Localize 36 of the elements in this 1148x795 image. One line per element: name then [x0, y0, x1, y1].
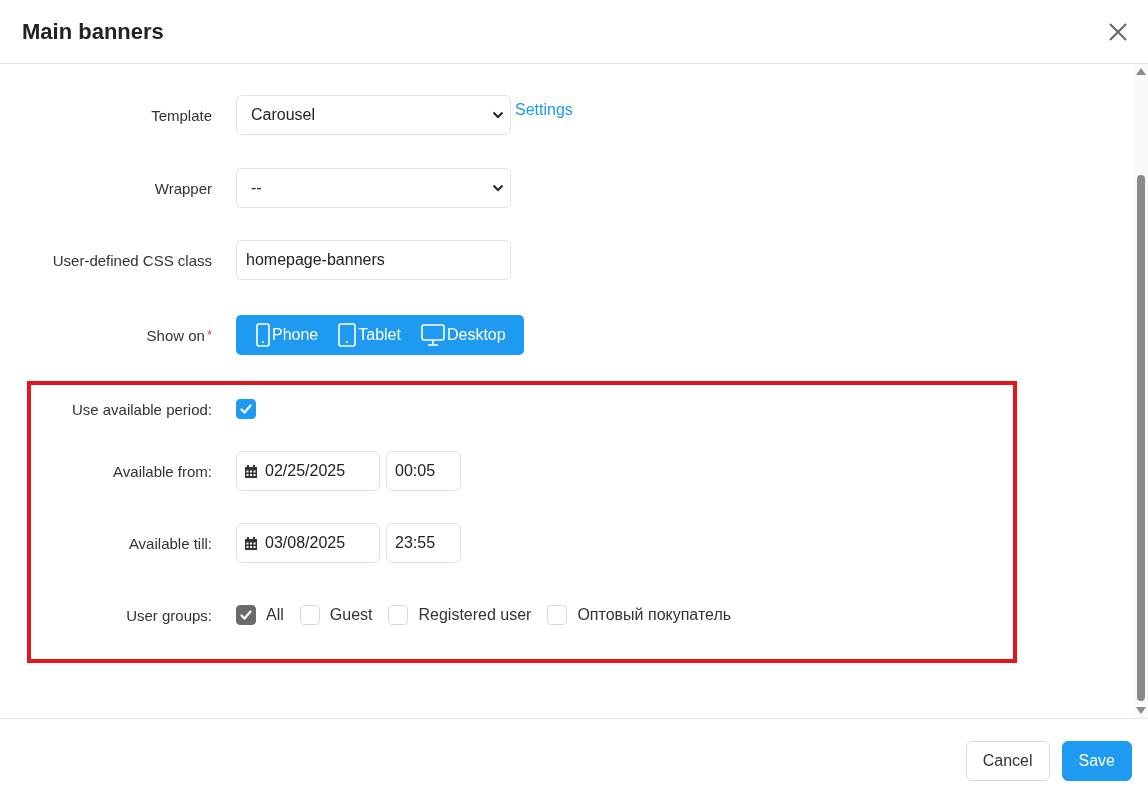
- check-icon: [239, 608, 253, 622]
- calendar-icon: [245, 536, 257, 550]
- input-field[interactable]: homepage-banners: [236, 240, 511, 280]
- field-label: Use available period:: [70, 400, 212, 418]
- checkbox[interactable]: [236, 605, 256, 625]
- phone-icon: [256, 323, 270, 347]
- field-label: Available till:: [127, 534, 212, 552]
- required-mark: *: [206, 326, 212, 342]
- scroll-down-icon[interactable]: [1136, 707, 1146, 714]
- date-field[interactable]: 02/25/2025: [236, 451, 380, 491]
- dialog-title: Main banners: [22, 18, 164, 45]
- tablet-icon: [338, 323, 357, 347]
- checkbox[interactable]: [236, 399, 256, 419]
- field-label: User-defined CSS class: [52, 251, 212, 269]
- scroll-up-icon[interactable]: [1136, 68, 1146, 75]
- check-icon: [239, 402, 253, 416]
- field-label: Wrapper: [154, 179, 212, 197]
- time-field[interactable]: 23:55: [386, 523, 461, 563]
- field-label: User groups:: [125, 606, 212, 624]
- checkbox-label: All: [266, 606, 284, 624]
- select-field[interactable]: Carousel: [236, 95, 511, 135]
- calendar-icon: [245, 464, 257, 478]
- field-label: Show on: [146, 326, 205, 344]
- checkbox-label: Оптовый покупатель: [577, 606, 732, 624]
- date-field[interactable]: 03/08/2025: [236, 523, 380, 563]
- caret-icon: [492, 184, 504, 192]
- field-label: Available from:: [112, 462, 212, 480]
- scrollbar[interactable]: [1134, 64, 1148, 718]
- field-label: Template: [151, 106, 212, 124]
- cancel-button[interactable]: Cancel: [965, 741, 1050, 781]
- checkbox-label: Guest: [329, 606, 373, 624]
- checkbox-label: Registered user: [418, 606, 532, 624]
- caret-icon: [492, 111, 504, 119]
- select-field[interactable]: --: [236, 168, 511, 208]
- monitor-icon: [420, 324, 445, 346]
- time-field[interactable]: 00:05: [386, 451, 461, 491]
